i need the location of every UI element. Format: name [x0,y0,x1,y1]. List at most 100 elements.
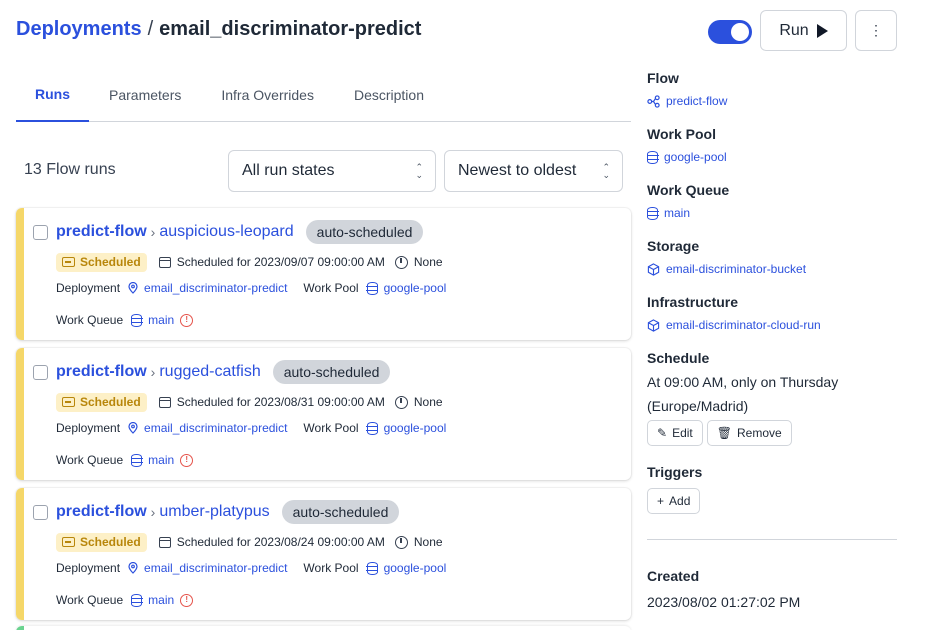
add-button-label: Add [669,494,691,508]
sort-order-value: Newest to oldest [458,162,577,179]
flow-run-card: predict-flow › rugged-catfish auto-schedule… [16,348,631,480]
pencil-icon: ✎ [657,426,668,440]
work-pool-link[interactable]: google-pool [646,150,727,164]
run-name-link[interactable]: rugged-catfish [159,363,260,381]
edit-button-label: Edit [672,426,693,440]
database-icon [130,593,143,607]
breadcrumb-separator: / [147,18,154,40]
scheduled-time: Scheduled for 2023/08/31 09:00:00 AM [176,395,385,409]
flow-run-count: 13 Flow runs [24,161,116,178]
chevron-right-icon: › [150,504,156,520]
select-run-checkbox[interactable] [33,225,48,240]
work-queue-label: Work Queue [647,182,730,198]
work-queue-label: Work Queue [56,453,124,467]
triggers-section: Triggers + Add [647,464,704,514]
state-badge: Scheduled [56,392,147,412]
breadcrumb-current: email_discriminator-predict [159,18,422,40]
duration-value: None [413,535,443,549]
flow-icon [647,94,660,108]
calendar-icon [158,256,171,268]
work-pool-link[interactable]: google-pool [384,561,447,575]
duration-value: None [413,255,443,269]
remove-schedule-button[interactable]: 🗑 Remove [706,420,792,446]
work-queue-link[interactable]: main [148,453,174,467]
schedule-label: Schedule [647,350,710,366]
work-pool-label: Work Pool [303,561,359,575]
edit-schedule-button[interactable]: ✎ Edit [647,420,703,446]
schedule-section: Schedule At 09:00 AM, only on Thursday (… [647,350,897,446]
location-pin-icon [128,422,138,434]
tab-description[interactable]: Description [334,68,444,122]
tab-runs[interactable]: Runs [16,68,89,122]
run-button[interactable]: Run [760,10,847,51]
run-name-link[interactable]: umber-platypus [159,503,269,521]
deployment-link[interactable]: email_discriminator-predict [144,421,287,435]
flow-name-link[interactable]: predict-flow [56,503,147,521]
select-arrows-icon: ⌃ ⌄ [415,162,423,180]
work-pool-section: Work Pool google-pool [646,126,727,164]
tag-badge: auto-scheduled [272,360,391,384]
page-title: Deployments / email_discriminator-predict [16,18,421,41]
schedule-active-toggle[interactable] [708,20,752,44]
run-details-row: Deployment email_discriminator-predict Wor… [56,418,446,438]
database-icon [366,561,379,575]
state-stripe [16,348,24,480]
work-pool-link[interactable]: google-pool [384,281,447,295]
tab-parameters[interactable]: Parameters [89,68,201,122]
work-queue-link[interactable]: main [148,313,174,327]
deployment-label: Deployment [56,561,121,575]
scheduled-time: Scheduled for 2023/09/07 09:00:00 AM [176,255,385,269]
run-queue-row: Work Queue main! [56,450,194,470]
flow-section: Flow predict-flow [647,70,727,108]
storage-link[interactable]: email-discriminator-bucket [647,262,806,276]
run-name-link[interactable]: auspicious-leopard [159,223,293,241]
toggle-knob [731,23,749,41]
created-label: Created [647,568,700,584]
sort-order-select[interactable]: Newest to oldest ⌃ ⌄ [444,150,623,192]
flow-name-link[interactable]: predict-flow [56,223,147,241]
run-button-label: Run [779,21,809,39]
play-icon [816,23,828,38]
storage-section: Storage email-discriminator-bucket [647,238,806,276]
scheduled-icon [62,257,75,267]
add-trigger-button[interactable]: + Add [647,488,701,514]
section-divider [647,539,897,540]
select-run-checkbox[interactable] [33,505,48,520]
triggers-label: Triggers [647,464,703,480]
flow-link[interactable]: predict-flow [647,94,727,108]
infrastructure-link[interactable]: email-discriminator-cloud-run [647,318,821,332]
location-pin-icon [128,562,138,574]
created-date: 2023/08/02 01:27:02 PM [647,594,801,610]
chevron-right-icon: › [150,224,156,240]
select-run-checkbox[interactable] [33,365,48,380]
work-queue-link-text: main [664,206,691,220]
deployment-link[interactable]: email_discriminator-predict [144,281,287,295]
work-queue-link[interactable]: main [646,206,729,220]
deployment-link[interactable]: email_discriminator-predict [144,561,287,575]
select-arrows-icon: ⌃ ⌄ [602,162,610,180]
work-queue-link[interactable]: main [148,593,174,607]
database-icon [366,421,379,435]
location-pin-icon [128,282,138,294]
state-stripe [16,626,24,630]
tab-infra-overrides[interactable]: Infra Overrides [201,68,334,122]
run-meta-row: Scheduled Scheduled for 2023/08/31 09:00:… [56,392,443,412]
warning-icon: ! [180,593,194,607]
infrastructure-section: Infrastructure email-discriminator-cloud… [647,294,821,332]
database-icon [646,150,659,164]
run-state-filter-select[interactable]: All run states ⌃ ⌄ [228,150,436,192]
infrastructure-label: Infrastructure [647,294,739,310]
deployment-label: Deployment [56,421,121,435]
breadcrumb-deployments-link[interactable]: Deployments [16,18,142,40]
work-pool-link[interactable]: google-pool [384,421,447,435]
work-pool-label: Work Pool [303,281,359,295]
state-label: Scheduled [80,535,141,549]
more-menu-button[interactable]: ⋮ [855,10,897,51]
run-title-row: predict-flow › auspicious-leopard auto-sche… [56,220,424,244]
flow-label: Flow [647,70,679,86]
infrastructure-link-text: email-discriminator-cloud-run [666,318,821,332]
calendar-icon [158,396,171,408]
database-icon [646,206,659,220]
vertical-ellipsis-icon: ⋮ [869,22,883,38]
flow-name-link[interactable]: predict-flow [56,363,147,381]
